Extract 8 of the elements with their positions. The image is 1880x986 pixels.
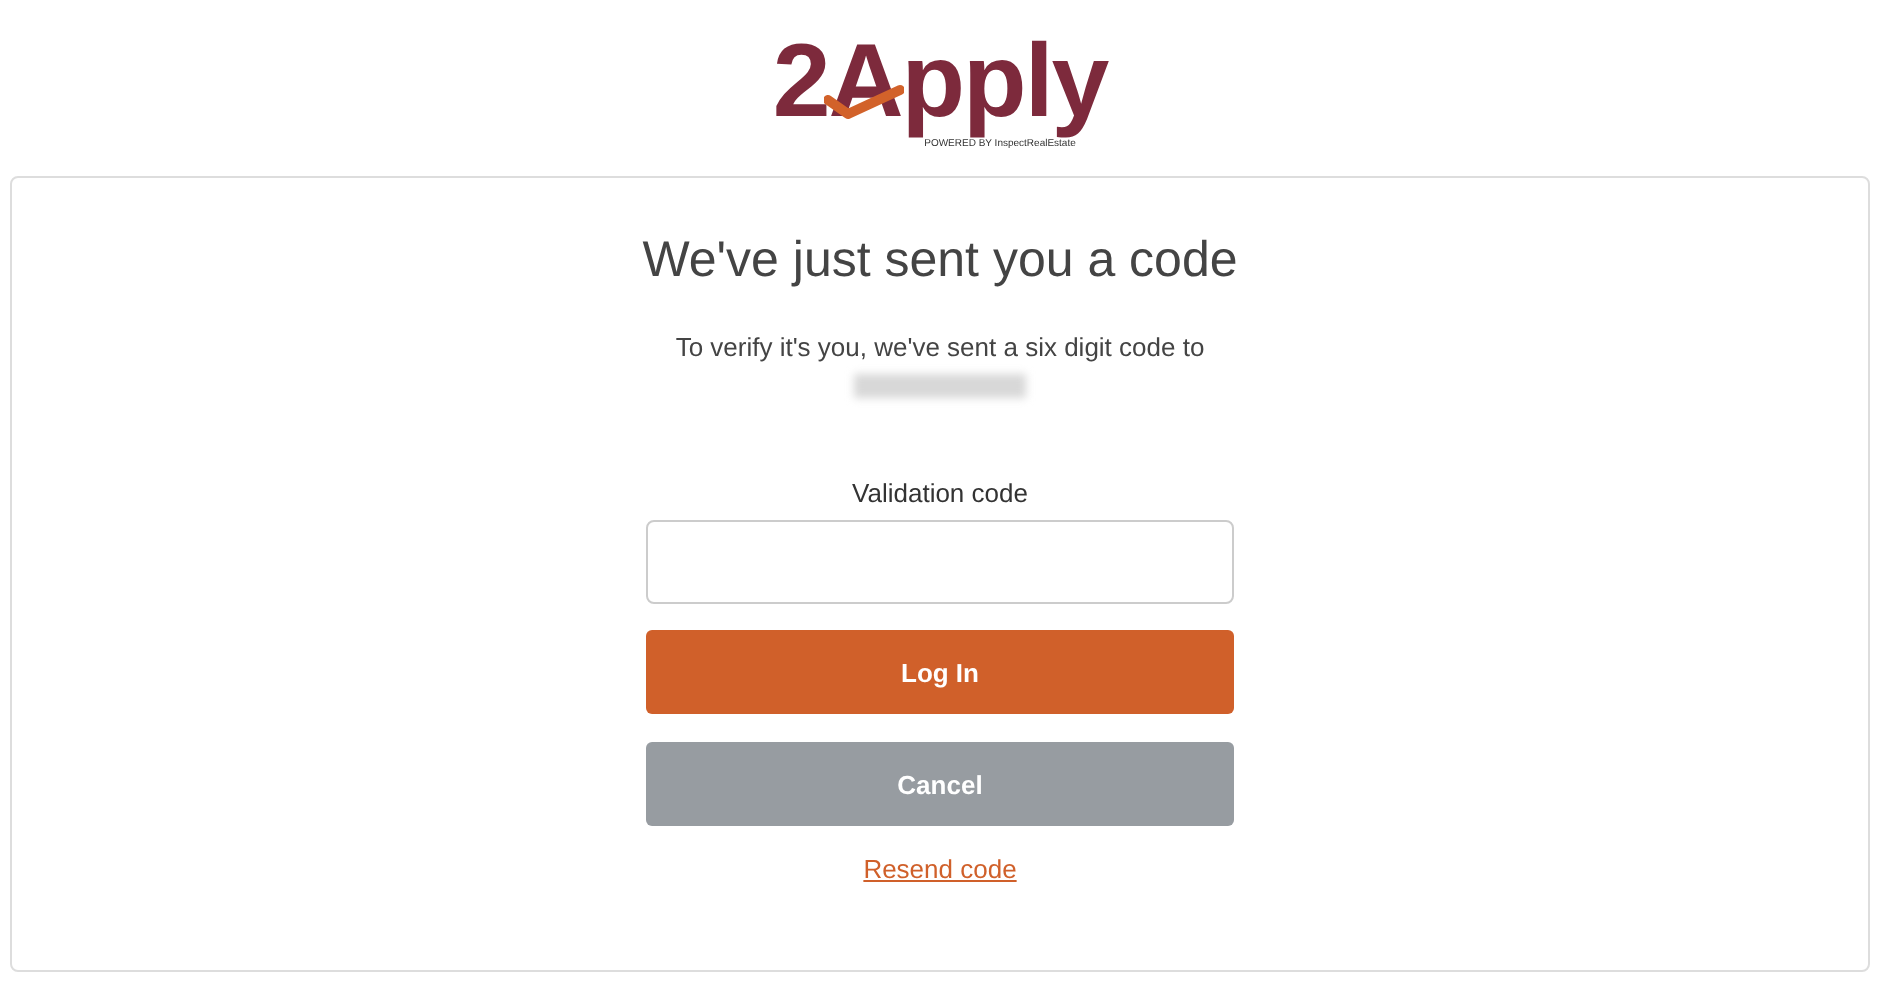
login-button[interactable]: Log In bbox=[646, 630, 1234, 714]
cancel-button[interactable]: Cancel bbox=[646, 742, 1234, 826]
logo: 2Apply bbox=[772, 30, 1108, 134]
message-text: To verify it's you, we've sent a six digit code to bbox=[675, 332, 1205, 362]
input-field[interactable] bbox=[646, 520, 1234, 604]
resend-link[interactable]: Resend code bbox=[863, 854, 1017, 884]
field-label: Validation code bbox=[852, 478, 1028, 508]
page-title: We've just sent you a code bbox=[642, 232, 1238, 290]
